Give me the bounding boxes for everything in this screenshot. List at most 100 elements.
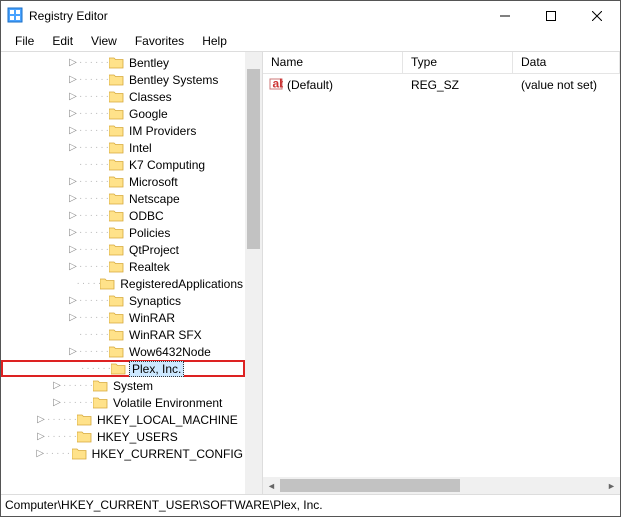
expand-icon[interactable]: ▷ — [35, 449, 45, 459]
value-data: (value not set) — [513, 78, 620, 92]
tree-item[interactable]: ▷······ODBC — [1, 207, 245, 224]
column-header-type[interactable]: Type — [403, 52, 513, 73]
close-button[interactable] — [574, 1, 620, 31]
expand-icon[interactable]: ▷ — [67, 58, 79, 68]
tree-item-label: Wow6432Node — [127, 345, 213, 359]
tree-item-label: WinRAR — [127, 311, 177, 325]
scrollbar-thumb[interactable] — [280, 479, 460, 492]
menu-favorites[interactable]: Favorites — [127, 32, 192, 50]
folder-icon — [109, 142, 124, 154]
tree-item[interactable]: ▷······System — [1, 377, 245, 394]
tree-item[interactable]: ▷······WinRAR — [1, 309, 245, 326]
folder-icon — [77, 414, 92, 426]
content-area: ▷······Bentley▷······Bentley Systems▷···… — [1, 51, 620, 494]
expand-icon — [67, 160, 79, 170]
expand-icon[interactable]: ▷ — [67, 177, 79, 187]
minimize-button[interactable] — [482, 1, 528, 31]
expand-icon[interactable]: ▷ — [67, 75, 79, 85]
tree-item[interactable]: ▷······Intel — [1, 139, 245, 156]
column-header-data[interactable]: Data — [513, 52, 620, 73]
folder-icon — [109, 312, 124, 324]
tree-item[interactable]: ······WinRAR SFX — [1, 326, 245, 343]
tree-item[interactable]: ▷······Bentley Systems — [1, 71, 245, 88]
menu-edit[interactable]: Edit — [44, 32, 81, 50]
values-scrollbar-horizontal[interactable]: ◄ ► — [263, 477, 620, 494]
tree-item[interactable]: ▷······Microsoft — [1, 173, 245, 190]
tree-item-label: RegisteredApplications — [118, 277, 245, 291]
tree-item[interactable]: ▷······QtProject — [1, 241, 245, 258]
folder-icon — [100, 278, 115, 290]
expand-icon[interactable]: ▷ — [67, 296, 79, 306]
folder-icon — [109, 210, 124, 222]
tree-item[interactable]: ▷······Realtek — [1, 258, 245, 275]
expand-icon[interactable]: ▷ — [67, 228, 79, 238]
menu-view[interactable]: View — [83, 32, 125, 50]
expand-icon[interactable]: ▷ — [51, 381, 63, 391]
values-list[interactable]: ab (Default) REG_SZ (value not set) — [263, 74, 620, 477]
tree-item[interactable]: ▷······Wow6432Node — [1, 343, 245, 360]
scrollbar-thumb[interactable] — [247, 69, 260, 249]
folder-icon — [109, 329, 124, 341]
expand-icon — [67, 279, 77, 289]
value-row[interactable]: ab (Default) REG_SZ (value not set) — [263, 74, 620, 94]
tree-item[interactable]: ▷······Google — [1, 105, 245, 122]
expand-icon[interactable]: ▷ — [67, 109, 79, 119]
tree-item[interactable]: ······RegisteredApplications — [1, 275, 245, 292]
folder-icon — [109, 244, 124, 256]
tree-item-label: Microsoft — [127, 175, 180, 189]
expand-icon[interactable]: ▷ — [35, 432, 47, 442]
tree-item[interactable]: ▷······Classes — [1, 88, 245, 105]
tree-item[interactable]: ▷······Netscape — [1, 190, 245, 207]
tree-item-label: HKEY_CURRENT_CONFIG — [90, 447, 245, 461]
scroll-right-button[interactable]: ► — [603, 477, 620, 494]
tree-scrollbar-vertical[interactable] — [245, 52, 262, 494]
expand-icon[interactable]: ▷ — [67, 245, 79, 255]
tree-item-label: Google — [127, 107, 170, 121]
expand-icon[interactable]: ▷ — [67, 194, 79, 204]
tree-item-label: ODBC — [127, 209, 166, 223]
column-header-name[interactable]: Name — [263, 52, 403, 73]
tree-item-label: QtProject — [127, 243, 181, 257]
tree-item-label: HKEY_USERS — [95, 430, 180, 444]
folder-icon — [109, 295, 124, 307]
tree-item[interactable]: ······K7 Computing — [1, 156, 245, 173]
folder-icon — [109, 74, 124, 86]
folder-icon — [77, 431, 92, 443]
tree-item[interactable]: ▷······Volatile Environment — [1, 394, 245, 411]
expand-icon[interactable]: ▷ — [67, 262, 79, 272]
expand-icon[interactable]: ▷ — [67, 347, 79, 357]
scroll-left-button[interactable]: ◄ — [263, 477, 280, 494]
menu-help[interactable]: Help — [194, 32, 235, 50]
folder-icon — [109, 91, 124, 103]
tree-view[interactable]: ▷······Bentley▷······Bentley Systems▷···… — [1, 52, 245, 494]
value-type: REG_SZ — [403, 78, 513, 92]
tree-item[interactable]: ▷······Synaptics — [1, 292, 245, 309]
tree-item-label: HKEY_LOCAL_MACHINE — [95, 413, 240, 427]
tree-item-label: Intel — [127, 141, 154, 155]
tree-item[interactable]: ▷······HKEY_LOCAL_MACHINE — [1, 411, 245, 428]
tree-item[interactable]: ······Plex, Inc. — [1, 360, 245, 377]
statusbar-path: Computer\HKEY_CURRENT_USER\SOFTWARE\Plex… — [5, 498, 323, 512]
tree-item[interactable]: ▷······IM Providers — [1, 122, 245, 139]
expand-icon[interactable]: ▷ — [67, 211, 79, 221]
expand-icon[interactable]: ▷ — [51, 398, 63, 408]
folder-icon — [109, 346, 124, 358]
maximize-button[interactable] — [528, 1, 574, 31]
tree-item[interactable]: ▷······HKEY_USERS — [1, 428, 245, 445]
tree-item[interactable]: ▷······Bentley — [1, 54, 245, 71]
menu-file[interactable]: File — [7, 32, 42, 50]
expand-icon[interactable]: ▷ — [35, 415, 47, 425]
tree-item[interactable]: ▷······Policies — [1, 224, 245, 241]
expand-icon[interactable]: ▷ — [67, 143, 79, 153]
folder-icon — [72, 448, 87, 460]
expand-icon[interactable]: ▷ — [67, 126, 79, 136]
window-titlebar: Registry Editor — [1, 1, 620, 31]
tree-item-label: IM Providers — [127, 124, 198, 138]
expand-icon[interactable]: ▷ — [67, 313, 79, 323]
folder-icon — [93, 380, 108, 392]
regedit-icon — [7, 7, 23, 26]
tree-item[interactable]: ▷······HKEY_CURRENT_CONFIG — [1, 445, 245, 462]
folder-icon — [109, 176, 124, 188]
expand-icon[interactable]: ▷ — [67, 92, 79, 102]
column-headers: Name Type Data — [263, 52, 620, 74]
